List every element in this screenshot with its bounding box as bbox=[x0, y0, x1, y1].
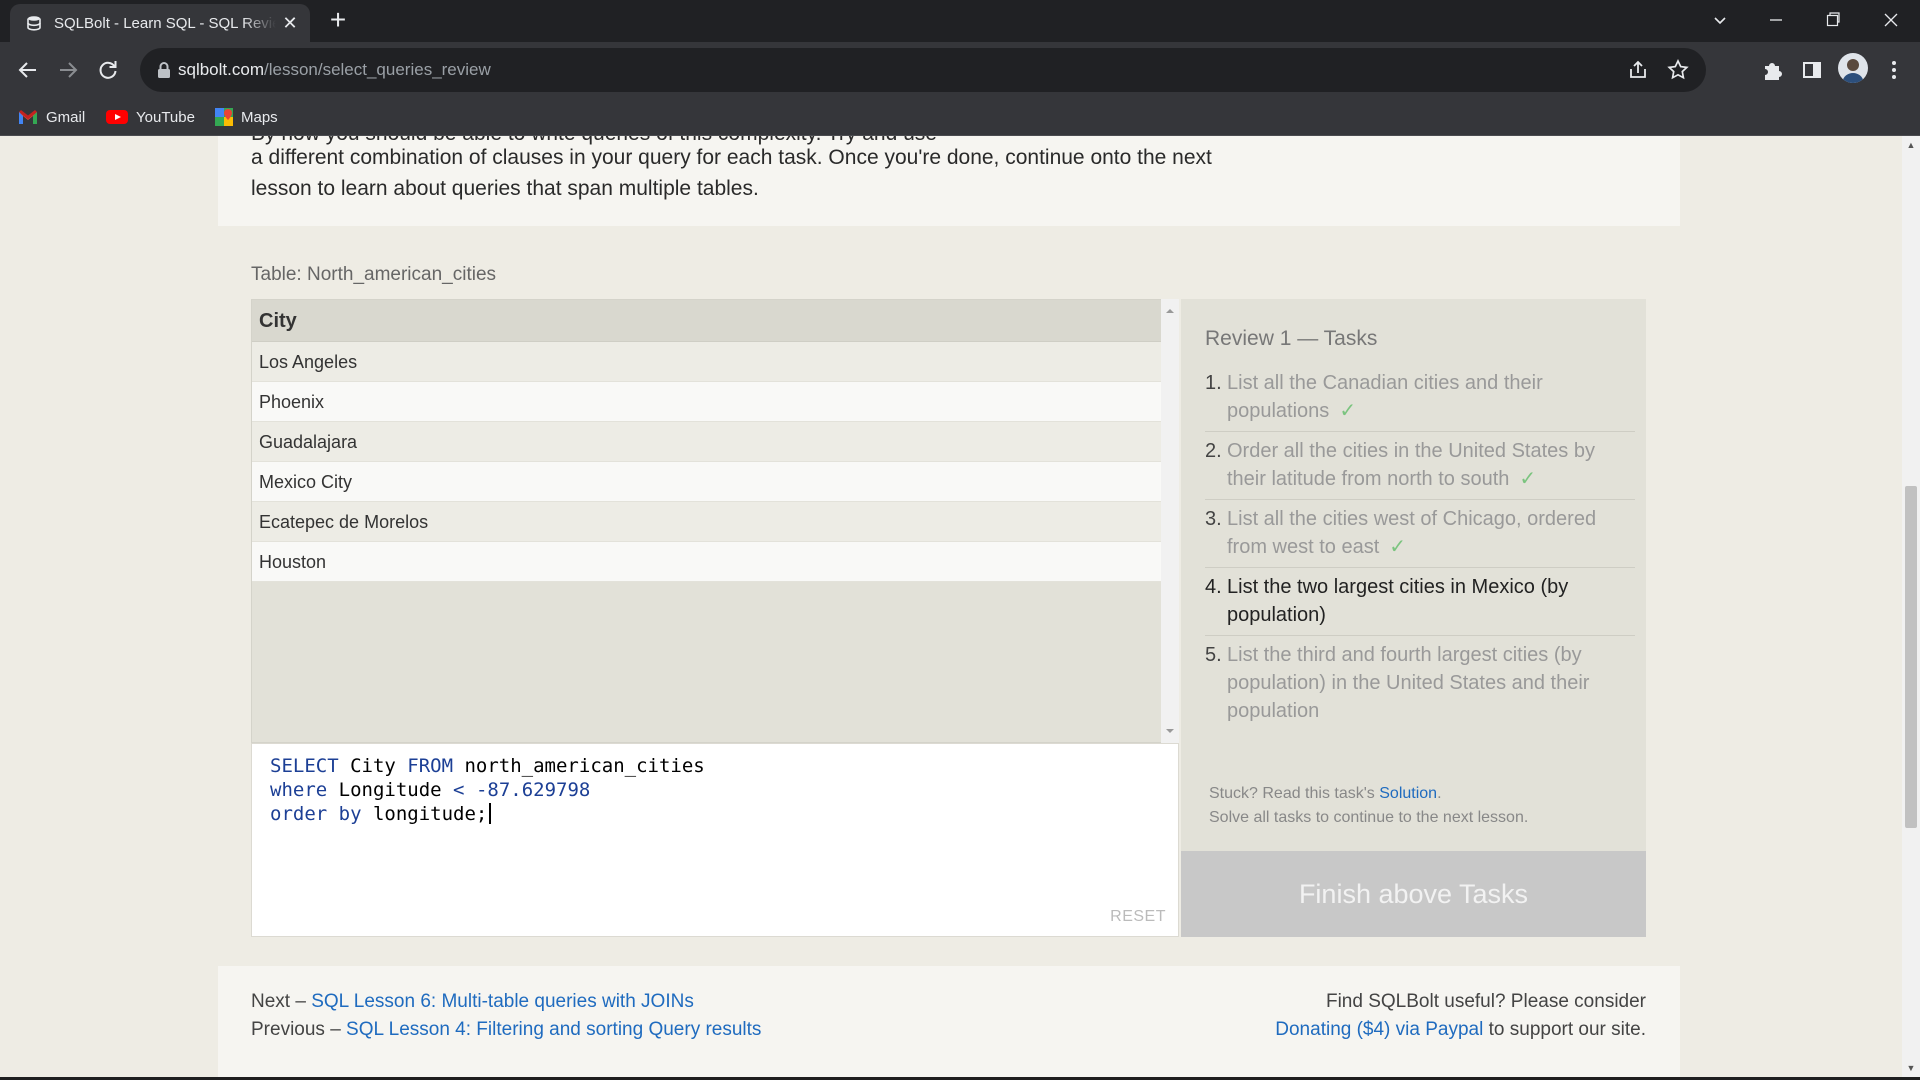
page-viewport: By now you should be able to write queri… bbox=[0, 136, 1902, 1077]
restore-button[interactable] bbox=[1813, 6, 1853, 36]
tab-search-icon[interactable] bbox=[1700, 6, 1740, 36]
lesson-intro-text: By now you should be able to write queri… bbox=[251, 136, 1291, 204]
minimize-button[interactable] bbox=[1756, 6, 1796, 36]
solution-link[interactable]: Solution bbox=[1379, 785, 1437, 802]
task-list: 1. List all the Canadian cities and their… bbox=[1205, 364, 1635, 731]
share-icon[interactable] bbox=[1626, 58, 1650, 82]
task-text: List all the cities west of Chicago, ord… bbox=[1227, 508, 1597, 558]
results-scrollbar[interactable] bbox=[1161, 299, 1179, 743]
lesson-intro-section: By now you should be able to write queri… bbox=[218, 136, 1680, 226]
previous-lesson-link[interactable]: SQL Lesson 4: Filtering and sorting Quer… bbox=[346, 1019, 761, 1040]
table-row: Mexico City bbox=[252, 462, 1178, 502]
bookmark-label: Maps bbox=[241, 108, 278, 126]
lesson-navigation: Next – SQL Lesson 6: Multi-table queries… bbox=[251, 991, 762, 1040]
intro-line-cut: By now you should be able to write queri… bbox=[251, 136, 937, 148]
bookmarks-bar: Gmail YouTube Maps bbox=[0, 98, 1920, 136]
task-text: Order all the cities in the United State… bbox=[1227, 440, 1595, 490]
bookmark-label: Gmail bbox=[46, 108, 86, 126]
tab-title: SQLBolt - Learn SQL - SQL Review: Simple… bbox=[54, 15, 276, 32]
next-lesson-link[interactable]: SQL Lesson 6: Multi-table queries with J… bbox=[311, 991, 694, 1012]
new-tab-button[interactable]: + bbox=[325, 6, 351, 34]
bookmark-gmail[interactable]: Gmail bbox=[18, 104, 85, 130]
finish-tasks-button[interactable]: Finish above Tasks bbox=[1181, 851, 1646, 937]
table-row: Phoenix bbox=[252, 382, 1178, 422]
task-item: 2. Order all the cities in the United Sta… bbox=[1205, 432, 1635, 500]
checkmark-icon: ✓ bbox=[1389, 536, 1407, 558]
forward-arrow-icon bbox=[60, 62, 78, 78]
bookmark-label: YouTube bbox=[136, 108, 195, 126]
code-line: SELECT City FROM north_american_cities bbox=[270, 755, 705, 777]
column-header-city: City bbox=[252, 300, 1178, 342]
tasks-panel: Review 1 — Tasks 1. List all the Canadian… bbox=[1181, 299, 1646, 851]
task-text: List all the Canadian cities and their p… bbox=[1227, 372, 1543, 422]
reset-button[interactable]: RESET bbox=[1110, 908, 1166, 926]
page-scrollbar[interactable]: ▲ ▼ bbox=[1902, 136, 1920, 1077]
back-arrow-icon bbox=[18, 62, 36, 78]
sql-code[interactable]: SELECT City FROM north_american_cities wh… bbox=[270, 754, 705, 826]
intro-line: lesson to learn about queries that span … bbox=[251, 177, 759, 200]
table-label: Table: North_american_cities bbox=[251, 264, 497, 285]
task-item: 3. List all the cities west of Chicago, o… bbox=[1205, 500, 1635, 568]
results-scroll-arrows-icon bbox=[1166, 309, 1174, 733]
text-caret bbox=[489, 803, 492, 824]
address-bar[interactable]: sqlbolt.com/lesson/select_queries_review bbox=[140, 48, 1706, 92]
url-path: /lesson/select_queries_review bbox=[263, 60, 491, 79]
query-results-table[interactable]: City Los Angeles Phoenix Guadalajara Mex… bbox=[251, 299, 1179, 743]
more-menu-icon[interactable] bbox=[1878, 54, 1910, 86]
bookmark-star-icon[interactable] bbox=[1666, 58, 1690, 82]
checkmark-icon: ✓ bbox=[1339, 400, 1357, 422]
sql-query-editor[interactable]: SELECT City FROM north_american_cities wh… bbox=[251, 743, 1179, 937]
table-row: Ecatepec de Morelos bbox=[252, 502, 1178, 542]
task-text: List the third and fourth largest cities… bbox=[1227, 644, 1590, 722]
page-scroll-thumb[interactable] bbox=[1905, 486, 1917, 828]
task-item-active: 4. List the two largest cities in Mexico … bbox=[1205, 568, 1635, 636]
bookmark-maps[interactable]: Maps bbox=[215, 104, 278, 130]
task-text: List the two largest cities in Mexico (b… bbox=[1227, 576, 1569, 626]
tab-close-icon[interactable]: ✕ bbox=[280, 13, 300, 33]
task-item: 5. List the third and fourth largest citi… bbox=[1205, 636, 1635, 731]
table-row: Houston bbox=[252, 542, 1178, 582]
code-line: order by longitude; bbox=[270, 802, 705, 826]
gmail-icon bbox=[19, 110, 37, 124]
url-host: sqlbolt.com bbox=[178, 60, 264, 79]
bookmark-youtube[interactable]: YouTube bbox=[106, 104, 195, 130]
browser-tab-bar: SQLBolt - Learn SQL - SQL Review: Simple… bbox=[0, 0, 1920, 42]
browser-toolbar: sqlbolt.com/lesson/select_queries_review bbox=[0, 42, 1920, 98]
stuck-hint: Stuck? Read this task's Solution. Solve … bbox=[1209, 785, 1529, 826]
extensions-puzzle-icon[interactable] bbox=[1756, 54, 1788, 86]
donate-link[interactable]: Donating ($4) via Paypal bbox=[1275, 1019, 1483, 1040]
profile-avatar[interactable] bbox=[1838, 53, 1868, 83]
avatar-icon bbox=[1842, 59, 1864, 83]
reload-icon bbox=[99, 61, 117, 79]
youtube-icon bbox=[106, 110, 128, 124]
checkmark-icon: ✓ bbox=[1519, 468, 1537, 490]
scroll-up-icon[interactable]: ▲ bbox=[1906, 140, 1916, 150]
browser-tab[interactable]: SQLBolt - Learn SQL - SQL Review: Simple… bbox=[10, 4, 310, 42]
tasks-title: Review 1 — Tasks bbox=[1205, 327, 1378, 350]
side-panel-icon[interactable] bbox=[1796, 54, 1828, 86]
url-text: sqlbolt.com/lesson/select_queries_review bbox=[178, 60, 491, 80]
support-message: Find SQLBolt useful? Please consider Don… bbox=[1275, 991, 1646, 1040]
lock-icon bbox=[158, 62, 170, 78]
maps-icon bbox=[215, 108, 233, 126]
exercise-section: Table: North_american_cities City Los An… bbox=[218, 226, 1680, 966]
table-row: Los Angeles bbox=[252, 342, 1178, 382]
scroll-down-icon[interactable]: ▼ bbox=[1906, 1063, 1916, 1073]
database-icon bbox=[27, 16, 41, 31]
reload-button[interactable] bbox=[92, 54, 124, 86]
lesson-footer: Next – SQL Lesson 6: Multi-table queries… bbox=[218, 966, 1680, 1077]
table-row: Guadalajara bbox=[252, 422, 1178, 462]
forward-button[interactable] bbox=[52, 54, 84, 86]
task-item: 1. List all the Canadian cities and their… bbox=[1205, 364, 1635, 432]
close-window-button[interactable] bbox=[1871, 6, 1911, 36]
code-line: where Longitude < -87.629798 bbox=[270, 779, 591, 801]
back-button[interactable] bbox=[12, 54, 44, 86]
